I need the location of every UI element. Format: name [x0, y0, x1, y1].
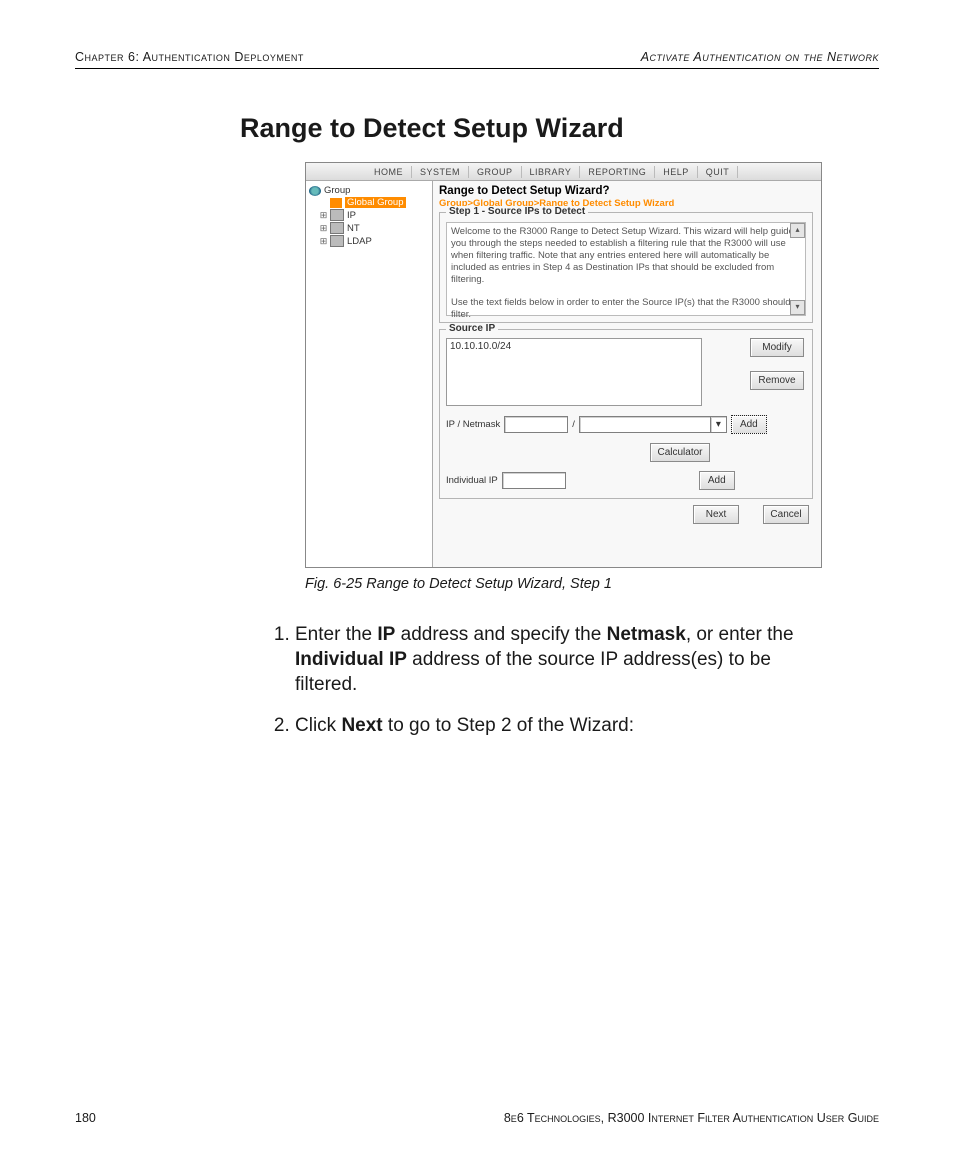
scroll-down-icon[interactable]: ▾ — [790, 300, 805, 315]
menu-quit[interactable]: QUIT — [698, 166, 739, 178]
running-header: Chapter 6: Authentication Deployment Act… — [75, 50, 879, 69]
menu-group[interactable]: GROUP — [469, 166, 522, 178]
footer-title: 8e6 Technologies, R3000 Internet Filter … — [504, 1111, 879, 1125]
scroll-up-icon[interactable]: ▴ — [790, 223, 805, 238]
menu-library[interactable]: LIBRARY — [522, 166, 581, 178]
group-icon — [330, 198, 342, 208]
menu-reporting[interactable]: REPORTING — [580, 166, 655, 178]
individual-ip-label: Individual IP — [446, 475, 498, 486]
wizard-panel: Range to Detect Setup Wizard? Group>Glob… — [433, 181, 821, 567]
ip-netmask-row: IP / Netmask / ▾ Add — [446, 415, 806, 434]
bold-individual-ip: Individual IP — [295, 649, 407, 670]
add-netmask-button[interactable]: Add — [731, 415, 767, 434]
step1-title: Step 1 - Source IPs to Detect — [446, 206, 588, 217]
menu-system[interactable]: SYSTEM — [412, 166, 469, 178]
text: , or enter the — [686, 624, 794, 645]
tree-root-label: Group — [324, 185, 350, 196]
globe-icon — [309, 186, 321, 196]
panel-title-row: Range to Detect Setup Wizard? — [439, 185, 813, 197]
wizard-nav: Next Cancel — [439, 505, 813, 524]
text: address and specify the — [395, 624, 606, 645]
text: Enter the — [295, 624, 377, 645]
app-window: HOME SYSTEM GROUP LIBRARY REPORTING HELP… — [305, 162, 822, 568]
figure-caption: Fig. 6-25 Range to Detect Setup Wizard, … — [305, 576, 879, 592]
source-ip-list[interactable]: 10.10.10.0/24 — [446, 338, 702, 406]
next-button[interactable]: Next — [693, 505, 739, 524]
bold-netmask: Netmask — [607, 624, 686, 645]
source-ip-groupbox: Source IP 10.10.10.0/24 Modify Remove IP… — [439, 329, 813, 499]
expander-icon[interactable]: ⊞ — [319, 223, 328, 234]
text: Click — [295, 715, 341, 736]
menu-help[interactable]: HELP — [655, 166, 698, 178]
menu-home[interactable]: HOME — [366, 166, 412, 178]
page-footer: 180 8e6 Technologies, R3000 Internet Fil… — [75, 1111, 879, 1125]
bold-next: Next — [341, 715, 382, 736]
node-icon — [330, 222, 344, 234]
step1-groupbox: Step 1 - Source IPs to Detect Welcome to… — [439, 212, 813, 323]
instruction-list: Enter the IP address and specify the Net… — [265, 622, 819, 738]
page-number: 180 — [75, 1111, 96, 1125]
node-icon — [330, 209, 344, 221]
expander-icon[interactable]: ⊞ — [319, 210, 328, 221]
nav-tree: Group Global Group ⊞ IP ⊞ NT — [306, 181, 433, 567]
remove-button[interactable]: Remove — [750, 371, 804, 390]
ip-input[interactable] — [504, 416, 568, 433]
tree-ldap-label: LDAP — [347, 236, 372, 247]
tree-nt-label: NT — [347, 223, 360, 234]
bold-ip: IP — [377, 624, 395, 645]
tree-nt[interactable]: ⊞ NT — [319, 222, 429, 234]
instructions-p1: Welcome to the R3000 Range to Detect Set… — [451, 226, 794, 285]
node-icon — [330, 235, 344, 247]
individual-ip-row: Individual IP Add — [446, 471, 806, 490]
calculator-button[interactable]: Calculator — [650, 443, 710, 462]
cancel-button[interactable]: Cancel — [763, 505, 809, 524]
instruction-2: Click Next to go to Step 2 of the Wizard… — [295, 713, 819, 738]
tree-ip-label: IP — [347, 210, 356, 221]
panel-title: Range to Detect Setup Wizard — [439, 185, 602, 197]
instruction-1: Enter the IP address and specify the Net… — [295, 622, 819, 697]
menubar: HOME SYSTEM GROUP LIBRARY REPORTING HELP… — [306, 163, 821, 181]
instructions-p2: Use the text fields below in order to en… — [451, 297, 791, 320]
chevron-down-icon[interactable]: ▾ — [711, 416, 727, 433]
expander-icon[interactable]: ⊞ — [319, 236, 328, 247]
add-individual-button[interactable]: Add — [699, 471, 735, 490]
section-heading: Range to Detect Setup Wizard — [240, 113, 879, 144]
source-ip-entry[interactable]: 10.10.10.0/24 — [450, 341, 511, 352]
netmask-select[interactable]: ▾ — [579, 416, 727, 433]
individual-ip-input[interactable] — [502, 472, 566, 489]
source-ip-title: Source IP — [446, 323, 498, 334]
tree-ldap[interactable]: ⊞ LDAP — [319, 235, 429, 247]
header-left: Chapter 6: Authentication Deployment — [75, 50, 304, 64]
modify-button[interactable]: Modify — [750, 338, 804, 357]
tree-root[interactable]: Group — [309, 185, 429, 196]
slash-separator: / — [572, 419, 575, 430]
tree-ip[interactable]: ⊞ IP — [319, 209, 429, 221]
text: to go to Step 2 of the Wizard: — [383, 715, 634, 736]
instructions-box: Welcome to the R3000 Range to Detect Set… — [446, 222, 806, 316]
figure-screenshot: HOME SYSTEM GROUP LIBRARY REPORTING HELP… — [305, 162, 879, 568]
header-right: Activate Authentication on the Network — [641, 50, 879, 64]
tree-global-label: Global Group — [345, 197, 406, 208]
help-icon[interactable]: ? — [602, 185, 609, 197]
ip-netmask-label: IP / Netmask — [446, 419, 500, 430]
tree-global-group[interactable]: Global Group — [319, 197, 429, 208]
